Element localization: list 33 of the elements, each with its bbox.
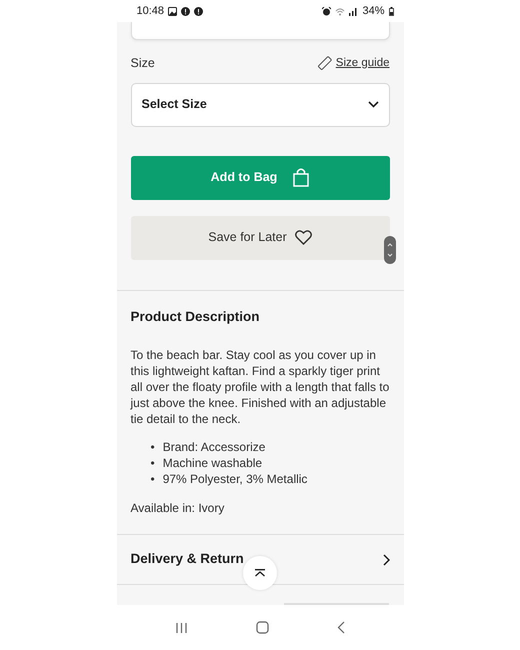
- alarm-icon: [322, 6, 332, 16]
- bullet-marker: •: [150, 455, 155, 471]
- signal-icon: [349, 6, 358, 16]
- wifi-icon: [335, 6, 346, 16]
- bullet-item: 97% Polyester, 3% Metallic: [162, 471, 308, 487]
- battery-level: 34%: [362, 4, 384, 19]
- bullet-marker: •: [150, 439, 155, 455]
- arrow-up-icon: [254, 569, 266, 577]
- description-text: To the beach bar. Stay cool as you cover up in this lightweight kaftan. Find a sparkly tiger print all over the floaty profile with a length that falls to just above the knee. Finished with an adjustable tie detail to the neck.: [130, 347, 390, 427]
- gallery-icon: [168, 6, 178, 16]
- alert-icon: [194, 6, 204, 16]
- accordion-row[interactable]: Delivery & Return: [130, 535, 390, 584]
- bag-icon: [293, 168, 310, 188]
- size-guide-link[interactable]: Size guide: [336, 54, 390, 72]
- availability-text: Available in: Ivory: [130, 500, 226, 516]
- bullet-item: Machine washable: [162, 455, 262, 471]
- bullet-marker: •: [150, 471, 155, 487]
- chevron-right-icon: [382, 554, 390, 566]
- chevron-down-icon: [368, 101, 378, 108]
- home-icon[interactable]: [256, 621, 269, 634]
- scroll-arrows-icon: [386, 242, 392, 258]
- bullet-item: Brand: Accessorize: [162, 439, 266, 455]
- alert-icon: [181, 6, 190, 16]
- battery-icon: [388, 6, 394, 16]
- save-for-later-button[interactable]: Save for Later: [130, 216, 390, 260]
- section-heading: Product Description: [130, 308, 261, 326]
- recents-icon[interactable]: [174, 622, 188, 634]
- size-select[interactable]: Select Size: [130, 82, 390, 127]
- ruler-icon: [316, 56, 332, 71]
- size-label: Size: [130, 55, 155, 72]
- status-time: 10:48: [136, 4, 164, 19]
- heart-icon: [294, 230, 312, 246]
- back-icon[interactable]: [337, 621, 346, 634]
